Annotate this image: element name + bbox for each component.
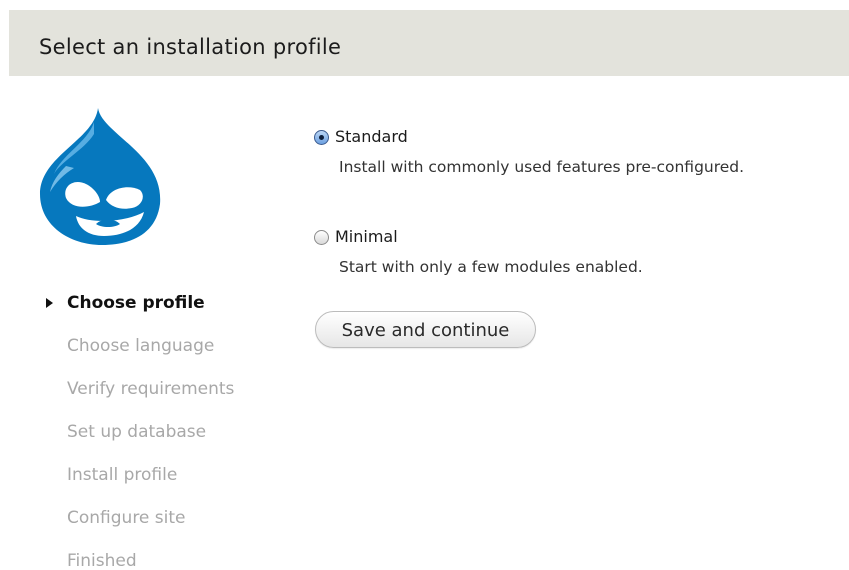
minimal-description: Start with only a few modules enabled.	[339, 258, 643, 276]
installation-steps: Choose profile Choose language Verify re…	[44, 288, 234, 570]
current-step-arrow-icon	[46, 298, 53, 308]
page-header: Select an installation profile	[9, 10, 849, 76]
standard-label[interactable]: Standard	[335, 127, 408, 146]
radio-selected-dot	[319, 135, 324, 140]
step-install-profile: Install profile	[44, 460, 234, 503]
installer-page: Select an installation profile Choose pr…	[0, 0, 849, 570]
standard-description: Install with commonly used features pre-…	[339, 158, 745, 176]
step-label: Finished	[67, 551, 137, 570]
step-set-up-database: Set up database	[44, 417, 234, 460]
step-label: Choose profile	[67, 293, 205, 313]
step-verify-requirements: Verify requirements	[44, 374, 234, 417]
step-label: Install profile	[67, 465, 178, 485]
step-choose-profile: Choose profile	[44, 288, 234, 331]
step-label: Choose language	[67, 336, 215, 356]
save-and-continue-button[interactable]: Save and continue	[315, 311, 536, 348]
minimal-label[interactable]: Minimal	[335, 227, 398, 246]
step-label: Verify requirements	[67, 379, 235, 399]
step-label: Set up database	[67, 422, 207, 442]
step-configure-site: Configure site	[44, 503, 234, 546]
minimal-radio[interactable]	[314, 230, 329, 245]
step-finished: Finished	[44, 546, 234, 570]
drupal-drop-logo	[36, 104, 166, 249]
page-title: Select an installation profile	[39, 35, 342, 59]
standard-radio[interactable]	[314, 130, 329, 145]
step-choose-language: Choose language	[44, 331, 234, 374]
step-label: Configure site	[67, 508, 186, 528]
